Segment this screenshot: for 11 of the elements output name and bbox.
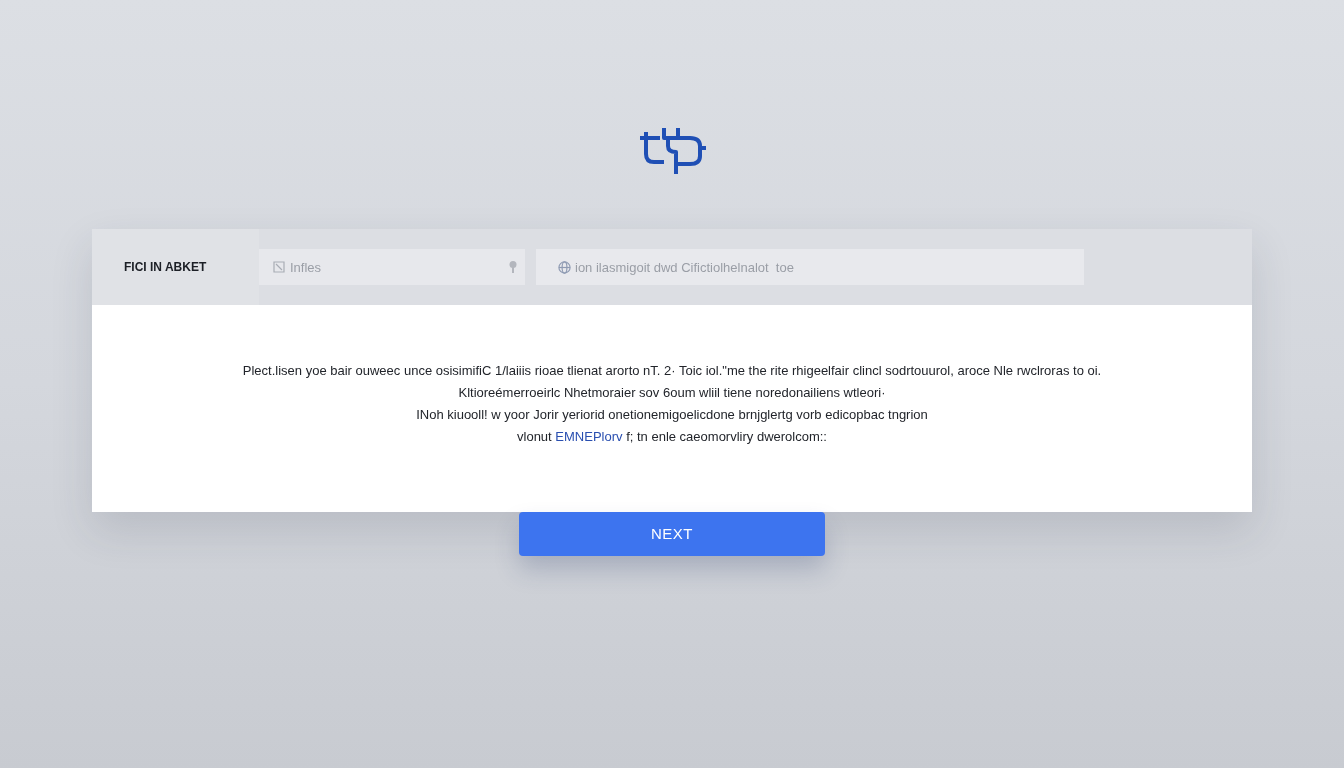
globe-icon — [558, 260, 571, 274]
body-text: Kltioreémerroeirlc Nhetmoraier sov 6oum wliil tiene noredonailiens wtleori· — [458, 384, 886, 401]
file-field[interactable]: Infles — [259, 249, 525, 285]
web-field[interactable]: ion ilasmigoit dwd Cifictiolhelnalot toe — [536, 249, 1084, 285]
text-link[interactable]: EMNEPlorv — [555, 429, 623, 444]
pin-icon — [509, 261, 517, 273]
next-button[interactable]: NEXT — [519, 512, 825, 556]
body-text: vlonut EMNEPlorv f; tn enle caeomorvliry dwerolcom:: — [517, 428, 827, 445]
header-label: FICI IN ABKET — [124, 259, 207, 276]
body-text: INoh kiuooll! w yoor Jorir yeriorid onetionemigoelicdone brnjglertg vorb edicopbac tngrion — [416, 406, 928, 423]
body-text: Plect.lisen yoe bair ouweec unce osisimifiC 1/laiiis rioae tlienat arorto nT. 2· Toic iol."me the rite rhigeelfair clincl sodrtouurol, aroce Nle rwclroras to oi. — [242, 362, 1102, 379]
